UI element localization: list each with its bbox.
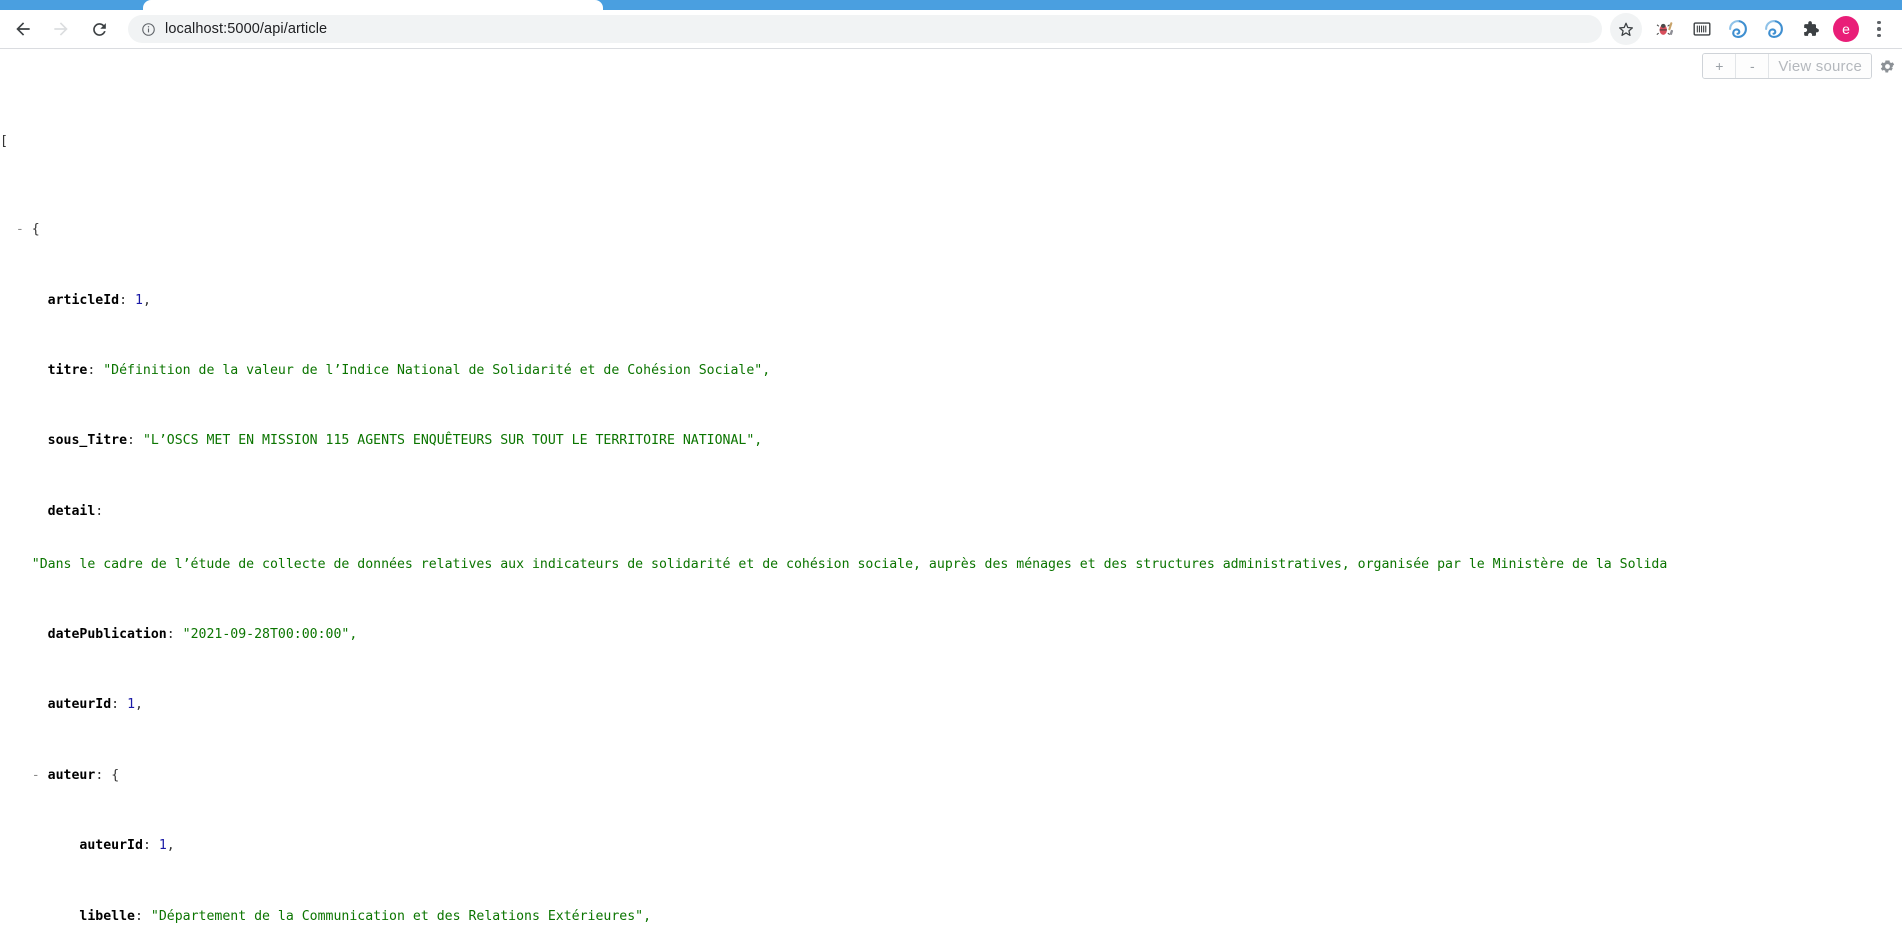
- json-line-detail-value-0: "Dans le cadre de l’étude de collecte de…: [0, 556, 1902, 574]
- json-tree: [ - { articleId: 1, titre: "Définition d…: [0, 49, 1902, 927]
- view-source-button[interactable]: View source: [1769, 54, 1871, 78]
- puzzle-piece-icon: [1804, 21, 1819, 36]
- key-auteur-auteurId: auteurId: [79, 838, 143, 854]
- value-auteur-auteurId: 1: [158, 838, 167, 854]
- chrome-menu-button[interactable]: [1866, 14, 1892, 44]
- json-line-sous-titre-0: sous_Titre: "L’OSCS MET EN MISSION 115 A…: [47, 433, 763, 449]
- json-viewer-toolbar: + - View source: [1702, 53, 1896, 79]
- three-dot-menu-icon: [1877, 20, 1881, 25]
- zoom-in-button[interactable]: +: [1703, 54, 1737, 78]
- key-detail: detail: [47, 503, 96, 519]
- zoom-out-button[interactable]: -: [1736, 54, 1770, 78]
- forward-arrow-icon: [54, 22, 68, 36]
- forward-button[interactable]: [44, 12, 78, 46]
- json-viewer-page: + - View source [ - { articleId: 1, titr…: [0, 49, 1902, 927]
- back-button[interactable]: [6, 12, 40, 46]
- json-line-datePublication-0: datePublication: "2021-09-28T00:00:00",: [47, 627, 358, 642]
- spiral-blue-2-icon: [1765, 20, 1783, 38]
- browser-toolbar: localhost:5000/api/article e: [0, 10, 1902, 49]
- json-line-root-open: [: [0, 133, 1902, 151]
- value-auteur-libelle: "Département de la Communication et des …: [150, 908, 652, 924]
- json-line-article-0-open: - {: [15, 222, 40, 238]
- active-tab[interactable]: [143, 0, 603, 10]
- back-arrow-icon: [16, 22, 30, 36]
- gear-icon: [1880, 59, 1894, 73]
- value-detail: "Dans le cadre de l’étude de collecte de…: [31, 556, 1668, 572]
- json-line-auteur-libelle-0: libelle: "Département de la Communicatio…: [79, 908, 652, 924]
- value-titre: "Définition de la valeur de l’Indice Nat…: [103, 363, 771, 379]
- json-line-auteur-auteurId-0: auteurId: 1,: [79, 838, 175, 854]
- value-datePublication: "2021-09-28T00:00:00",: [182, 627, 358, 642]
- star-icon: [1618, 22, 1634, 37]
- key-sous-titre: sous_Titre: [47, 433, 128, 449]
- extension-bug-screwdriver-button[interactable]: [1651, 14, 1681, 44]
- key-articleId: articleId: [47, 292, 120, 308]
- settings-button[interactable]: [1878, 57, 1896, 75]
- root-open-bracket: [: [0, 134, 8, 150]
- bug-screwdriver-icon: [1656, 22, 1674, 36]
- reload-button[interactable]: [82, 12, 116, 46]
- info-circle-icon[interactable]: [140, 21, 156, 37]
- value-sous-titre: "L’OSCS MET EN MISSION 115 AGENTS ENQUÊT…: [142, 433, 763, 449]
- collapse-toggle-auteur-0[interactable]: -: [32, 768, 40, 783]
- json-line-articleId-0: articleId: 1,: [47, 292, 151, 308]
- address-bar[interactable]: localhost:5000/api/article: [128, 15, 1602, 43]
- barcode-icon: [1693, 22, 1711, 36]
- json-line-detail-key-0: detail:: [47, 503, 104, 519]
- browser-tab-strip: [0, 0, 1902, 10]
- bookmark-button[interactable]: [1610, 13, 1642, 45]
- profile-avatar[interactable]: e: [1833, 16, 1859, 42]
- key-auteur-libelle: libelle: [79, 908, 135, 924]
- extension-barcode-button[interactable]: [1687, 14, 1717, 44]
- collapse-toggle-article-0[interactable]: -: [16, 222, 24, 237]
- key-auteurId: auteurId: [47, 697, 112, 713]
- extension-spiral-blue-2-button[interactable]: [1759, 14, 1789, 44]
- extensions-menu-button[interactable]: [1795, 14, 1825, 44]
- json-line-titre-0: titre: "Définition de la valeur de l’Ind…: [47, 363, 771, 379]
- url-text[interactable]: localhost:5000/api/article: [165, 21, 327, 37]
- extension-spiral-blue-button[interactable]: [1723, 14, 1753, 44]
- key-datePublication: datePublication: [47, 627, 167, 642]
- value-articleId: 1: [135, 292, 143, 308]
- json-line-auteur-open-0: - auteur: {: [31, 767, 120, 783]
- json-line-auteurId-0: auteurId: 1,: [47, 697, 143, 713]
- spiral-blue-icon: [1729, 20, 1747, 38]
- reload-icon: [92, 22, 106, 36]
- value-auteurId: 1: [127, 697, 136, 713]
- key-auteur: auteur: [47, 767, 96, 783]
- key-titre: titre: [47, 363, 88, 379]
